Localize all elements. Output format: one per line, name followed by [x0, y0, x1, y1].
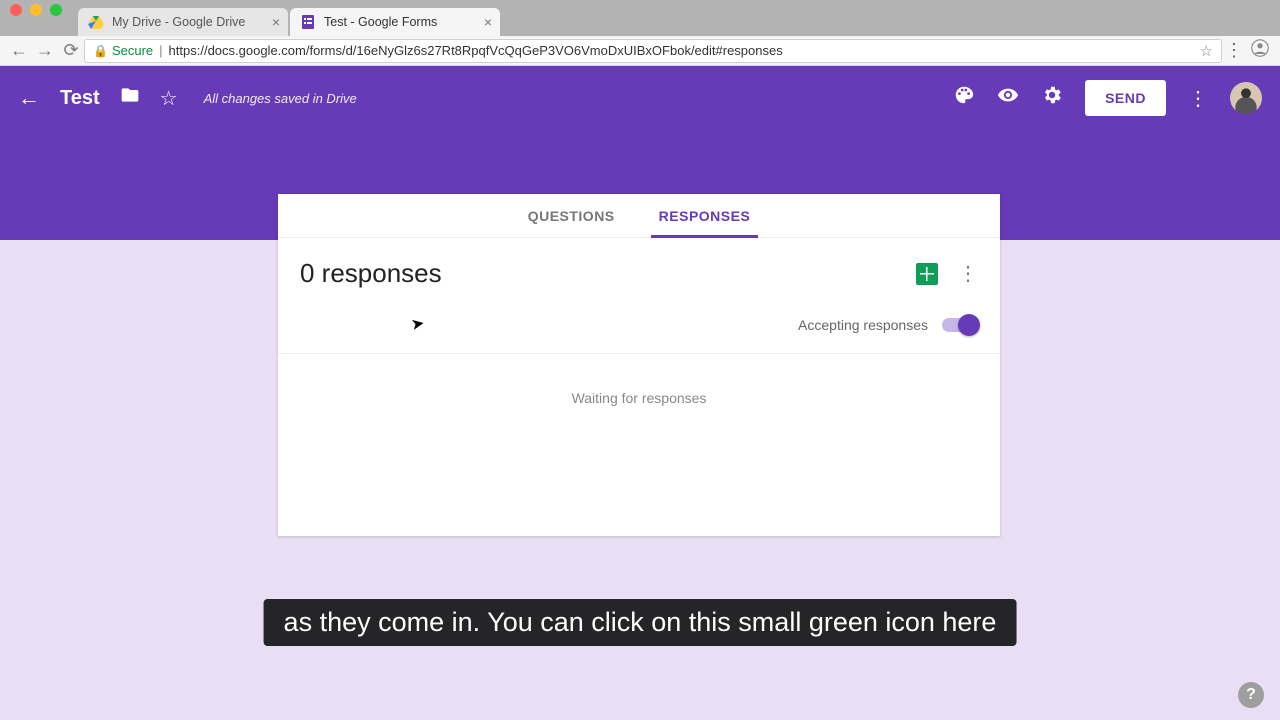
header-left: ← Test ☆ All changes saved in Drive	[18, 85, 357, 111]
form-title[interactable]: Test	[60, 87, 100, 110]
app-surface: ← Test ☆ All changes saved in Drive SEND…	[0, 66, 1280, 720]
close-tab-icon[interactable]: ×	[272, 14, 280, 30]
bookmark-star-icon[interactable]: ☆	[1200, 42, 1213, 60]
settings-gear-icon[interactable]	[1041, 84, 1063, 112]
accepting-label: Accepting responses	[798, 317, 928, 333]
browser-profile-icon[interactable]	[1246, 39, 1274, 62]
close-window-icon[interactable]	[10, 4, 22, 16]
send-button[interactable]: SEND	[1085, 80, 1166, 116]
browser-tab-strip: My Drive - Google Drive × Test - Google …	[0, 0, 1280, 36]
browser-tab-drive[interactable]: My Drive - Google Drive ×	[78, 8, 288, 36]
reload-button[interactable]: ⟳	[58, 40, 84, 61]
browser-tab-forms[interactable]: Test - Google Forms ×	[290, 8, 500, 36]
saved-status: All changes saved in Drive	[204, 91, 357, 106]
responses-card: QUESTIONS RESPONSES 0 responses ⋮ Accept…	[278, 194, 1000, 536]
browser-menu-icon[interactable]: ⋮	[1222, 40, 1246, 61]
window-controls	[10, 4, 62, 16]
omnibox-divider: |	[159, 43, 162, 58]
star-icon[interactable]: ☆	[160, 86, 178, 111]
waiting-text: Waiting for responses	[278, 354, 1000, 406]
responses-count: 0 responses	[300, 258, 442, 289]
card-tabs: QUESTIONS RESPONSES	[278, 194, 1000, 238]
accepting-row: Accepting responses	[278, 293, 1000, 354]
app-header: ← Test ☆ All changes saved in Drive SEND…	[0, 66, 1280, 130]
header-right: SEND ⋮	[953, 80, 1262, 116]
create-spreadsheet-icon[interactable]	[916, 263, 938, 285]
tab-responses[interactable]: RESPONSES	[659, 194, 751, 237]
back-button[interactable]: ←	[6, 40, 32, 61]
browser-tab-title: Test - Google Forms	[324, 15, 437, 29]
palette-icon[interactable]	[953, 84, 975, 112]
close-tab-icon[interactable]: ×	[484, 14, 492, 30]
help-icon[interactable]: ?	[1238, 682, 1264, 708]
more-menu-icon[interactable]: ⋮	[1188, 86, 1208, 111]
responses-menu-icon[interactable]: ⋮	[958, 261, 978, 286]
preview-eye-icon[interactable]	[997, 84, 1019, 112]
url-text: https://docs.google.com/forms/d/16eNyGlz…	[169, 43, 783, 58]
omnibox[interactable]: 🔒 Secure | https://docs.google.com/forms…	[84, 39, 1222, 63]
browser-address-bar: ← → ⟳ 🔒 Secure | https://docs.google.com…	[0, 36, 1280, 66]
tab-questions[interactable]: QUESTIONS	[528, 194, 615, 237]
folder-icon[interactable]	[120, 85, 140, 111]
secure-label: Secure	[112, 43, 153, 58]
accepting-toggle[interactable]	[942, 318, 978, 332]
forward-button[interactable]: →	[32, 40, 58, 61]
back-arrow-icon[interactable]: ←	[18, 85, 40, 111]
toggle-knob-icon	[958, 314, 980, 336]
video-caption: as they come in. You can click on this s…	[264, 599, 1017, 646]
browser-tab-title: My Drive - Google Drive	[112, 15, 245, 29]
responses-header: 0 responses ⋮	[278, 238, 1000, 293]
forms-favicon-icon	[300, 14, 316, 30]
account-avatar[interactable]	[1230, 82, 1262, 114]
minimize-window-icon[interactable]	[30, 4, 42, 16]
maximize-window-icon[interactable]	[50, 4, 62, 16]
drive-favicon-icon	[88, 14, 104, 30]
lock-icon: 🔒	[93, 44, 108, 58]
